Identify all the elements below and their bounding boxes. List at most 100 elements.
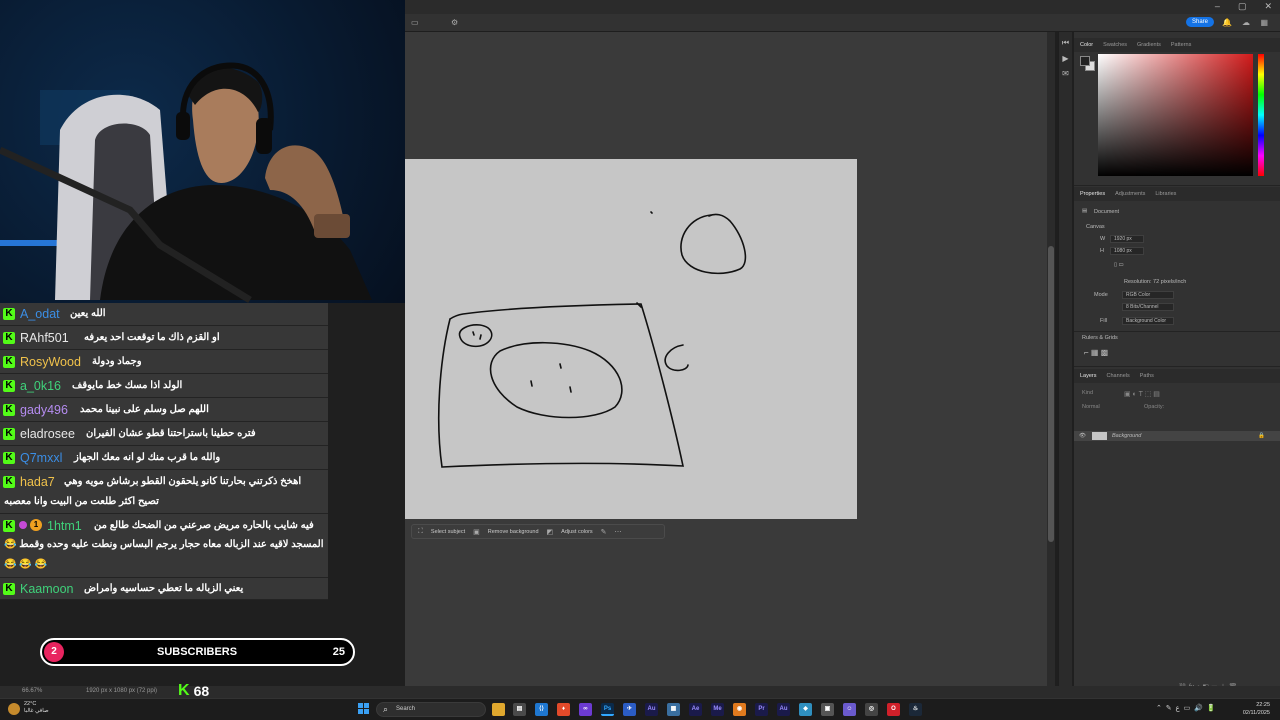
layer-kind-filter[interactable]: Kind	[1082, 390, 1093, 396]
play-icon[interactable]: ▶	[1059, 54, 1072, 63]
store-icon[interactable]: ▤	[513, 703, 526, 716]
file-explorer-icon[interactable]	[492, 703, 505, 716]
document-info: 1920 px x 1080 px (72 ppi)	[86, 688, 158, 694]
layers-panel-tabs: Layers Channels Paths	[1074, 369, 1280, 383]
chat-message: K RAhf501 او القزم ذاك ما توقعت احد يعرف…	[0, 326, 328, 350]
blender-icon[interactable]: ◉	[733, 703, 746, 716]
chat-username[interactable]: a_0k16	[20, 378, 61, 394]
start-button-windows-icon[interactable]	[358, 703, 370, 715]
fill-select[interactable]: Background Color	[1122, 317, 1174, 325]
tab-color[interactable]: Color	[1080, 42, 1093, 48]
tab-layers[interactable]: Layers	[1080, 373, 1097, 379]
layer-visibility-eye-icon[interactable]: 👁	[1079, 433, 1086, 439]
media-encoder-icon[interactable]: Me	[711, 703, 724, 716]
opera-gx-icon[interactable]: O	[887, 703, 900, 716]
taskbar-search[interactable]: ⌕ Search	[376, 702, 486, 717]
premiere-icon[interactable]: Pr	[755, 703, 768, 716]
chat-message: K eladrosee فتره حطينا باستراحتنا قطو عش…	[0, 422, 328, 446]
select-subject-button[interactable]: Select subject	[431, 529, 465, 535]
chat-username[interactable]: 1htm1	[47, 518, 82, 534]
settings-icon[interactable]: ⚙	[451, 18, 458, 27]
weather-temp: 22°C	[24, 701, 37, 707]
remove-background-icon: ▣	[473, 528, 480, 536]
chat-text: وجماد ودولة	[92, 356, 142, 367]
audition-icon[interactable]: Au	[645, 703, 658, 716]
kick-badge-icon: K	[3, 583, 15, 595]
hue-slider[interactable]	[1258, 54, 1264, 176]
tab-libraries[interactable]: Libraries	[1155, 191, 1176, 197]
obs-icon[interactable]: ◎	[865, 703, 878, 716]
screen: { "photoshop": { "share_label": "Share",…	[0, 0, 1280, 720]
viewer-count-value: 68	[193, 683, 210, 699]
minimize-icon[interactable]: –	[1215, 0, 1220, 12]
vertical-scrollbar[interactable]	[1047, 32, 1055, 686]
vscode-icon[interactable]: ⟨⟩	[535, 703, 548, 716]
width-field[interactable]: 1920 px	[1110, 235, 1144, 243]
visual-studio-icon[interactable]: ∞	[579, 703, 592, 716]
maximize-icon[interactable]: ▢	[1238, 0, 1247, 12]
foreground-color-swatch[interactable]	[1080, 56, 1090, 66]
brush-options-icon[interactable]: ▭	[411, 18, 419, 27]
kick-badge-icon: K	[3, 356, 15, 368]
chat-username[interactable]: A_odat	[20, 306, 60, 322]
bit-depth-select[interactable]: 8 Bits/Channel	[1122, 303, 1174, 311]
notifications-icon[interactable]: 🔔	[1222, 18, 1232, 27]
audition-icon-2[interactable]: Au	[777, 703, 790, 716]
brave-browser-icon[interactable]: ♦	[557, 703, 570, 716]
after-effects-icon[interactable]: Ae	[689, 703, 702, 716]
rulers-grid-icons[interactable]: ⌐ ▦ ▩	[1084, 348, 1108, 357]
more-options-icon[interactable]: ⋯	[615, 528, 622, 536]
vertical-scroll-thumb[interactable]	[1048, 246, 1054, 542]
layer-row-background[interactable]: 👁 Background 🔒	[1074, 431, 1280, 441]
blend-mode-select[interactable]: Normal	[1082, 404, 1100, 410]
layer-name[interactable]: Background	[1112, 433, 1141, 439]
system-tray-icons[interactable]: ⌃ ✎ ع ▭ 🔊 🔋	[1156, 704, 1215, 712]
document-canvas[interactable]	[405, 159, 857, 519]
steam-icon[interactable]: ♨	[909, 703, 922, 716]
tab-adjustments[interactable]: Adjustments	[1115, 191, 1145, 197]
tab-gradients[interactable]: Gradients	[1137, 42, 1161, 48]
taskbar-clock[interactable]: 22:25 02/11/2025	[1243, 701, 1270, 717]
tab-patterns[interactable]: Patterns	[1171, 42, 1191, 48]
chat-username[interactable]: RosyWood	[20, 354, 81, 370]
notepad-icon[interactable]: ▦	[667, 703, 680, 716]
mode-select[interactable]: RGB Color	[1122, 291, 1174, 299]
history-icon[interactable]: ⏮	[1059, 38, 1072, 48]
subscriber-goal-target: 25	[332, 646, 345, 658]
weather-icon[interactable]	[8, 703, 20, 715]
chat-username[interactable]: hada7	[20, 474, 55, 490]
orientation-icon[interactable]: ▯ ▭	[1114, 262, 1124, 268]
layer-filter-icons[interactable]: ▣ ◐ T ⬚ ▤	[1124, 390, 1160, 398]
workspace-icon[interactable]: ▦	[1260, 18, 1268, 27]
app-icon-3[interactable]: ▣	[821, 703, 834, 716]
chat-text: الله يعين	[70, 308, 106, 319]
zoom-level[interactable]: 66.67%	[22, 688, 42, 694]
color-picker-field[interactable]	[1098, 54, 1253, 176]
tab-paths[interactable]: Paths	[1140, 373, 1154, 379]
chat-username[interactable]: Kaamoon	[20, 581, 74, 597]
cloud-icon[interactable]: ☁	[1242, 18, 1250, 27]
adjust-colors-button[interactable]: Adjust colors	[561, 529, 593, 535]
photoshop-icon[interactable]: Ps	[601, 703, 614, 716]
chat-message: K Kaamoon يعني الزباله ما تعطي حساسيه وا…	[0, 578, 328, 600]
window-controls: – ▢ ✕	[1215, 0, 1272, 12]
app-icon[interactable]: ✈	[623, 703, 636, 716]
tab-swatches[interactable]: Swatches	[1103, 42, 1127, 48]
chat-username[interactable]: Q7mxxl	[20, 450, 62, 466]
app-icon-2[interactable]: ◆	[799, 703, 812, 716]
kick-badge-icon: K	[3, 428, 15, 440]
chat-username[interactable]: gady496	[20, 402, 68, 418]
chat-username[interactable]: eladrosee	[20, 426, 75, 442]
tab-properties[interactable]: Properties	[1080, 191, 1105, 197]
remove-background-button[interactable]: Remove background	[488, 529, 539, 535]
share-button[interactable]: Share	[1185, 17, 1214, 27]
tab-channels[interactable]: Channels	[1107, 373, 1130, 379]
chat-username[interactable]: RAhf501	[20, 330, 69, 346]
pin-icon[interactable]: ✎	[601, 528, 607, 536]
weather-widget[interactable]: 22°C صافي غالبا	[24, 701, 49, 715]
discord-icon[interactable]: ☺	[843, 703, 856, 716]
height-field[interactable]: 1080 px	[1110, 247, 1144, 255]
comments-icon[interactable]: ✉	[1059, 69, 1072, 78]
chat-text: فتره حطينا باستراحتنا قطو عشان الفيران	[86, 428, 256, 439]
close-icon[interactable]: ✕	[1264, 0, 1272, 12]
